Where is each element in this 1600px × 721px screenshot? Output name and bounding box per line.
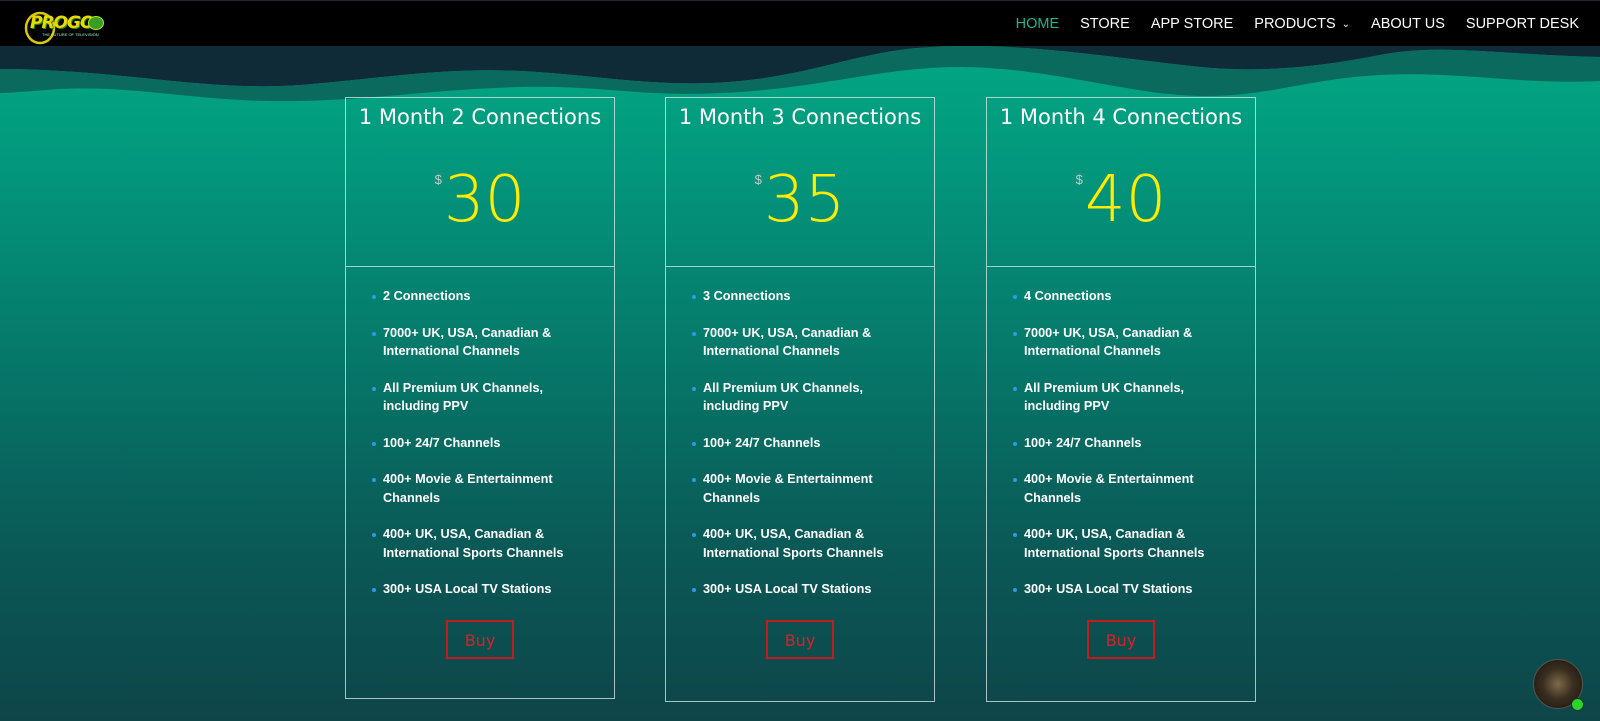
- plan-price: $30: [346, 168, 614, 232]
- plan-title: 1 Month 3 Connections: [678, 105, 922, 129]
- feature-item: 100+ 24/7 Channels: [691, 434, 909, 453]
- nav-home[interactable]: HOME: [1016, 16, 1060, 32]
- currency-symbol: $: [434, 172, 442, 187]
- feature-list: 3 Connections 7000+ UK, USA, Canadian & …: [666, 267, 934, 599]
- price-amount: 40: [1084, 163, 1167, 237]
- nav-products-label: PRODUCTS: [1254, 16, 1336, 32]
- plan-price: $40: [987, 168, 1255, 232]
- nav-support-desk[interactable]: SUPPORT DESK: [1466, 16, 1579, 32]
- logo-ball-icon: [88, 16, 104, 30]
- feature-item: 2 Connections: [371, 287, 589, 306]
- buy-button-wrap: Buy: [666, 617, 934, 659]
- online-status-icon: [1571, 698, 1584, 711]
- feature-item: 300+ USA Local TV Stations: [1012, 580, 1230, 599]
- buy-button[interactable]: Buy: [445, 619, 515, 659]
- nav-products[interactable]: PRODUCTS ⌄: [1254, 16, 1350, 32]
- plan-card-header: 1 Month 2 Connections $30: [346, 98, 614, 267]
- feature-item: 300+ USA Local TV Stations: [371, 580, 589, 599]
- progo-logo[interactable]: PROGO THE FUTURE OF TELEVISION: [24, 4, 106, 45]
- chevron-down-icon: ⌄: [1341, 19, 1351, 30]
- buy-button-wrap: Buy: [346, 617, 614, 659]
- feature-item: 400+ UK, USA, Canadian & International S…: [1012, 525, 1230, 562]
- feature-item: All Premium UK Channels, including PPV: [371, 379, 589, 416]
- plan-title: 1 Month 2 Connections: [358, 105, 602, 129]
- feature-item: All Premium UK Channels, including PPV: [1012, 379, 1230, 416]
- plan-price: $35: [666, 168, 934, 232]
- currency-symbol: $: [1075, 172, 1083, 187]
- feature-item: 7000+ UK, USA, Canadian & International …: [371, 324, 589, 361]
- logo-tagline: THE FUTURE OF TELEVISION: [42, 32, 99, 37]
- chat-widget-avatar[interactable]: [1533, 659, 1584, 711]
- plan-card-2: 1 Month 3 Connections $35 3 Connections …: [665, 97, 935, 702]
- feature-item: 400+ UK, USA, Canadian & International S…: [371, 525, 589, 562]
- feature-item: All Premium UK Channels, including PPV: [691, 379, 909, 416]
- price-amount: 30: [443, 163, 526, 237]
- currency-symbol: $: [754, 172, 762, 187]
- plan-title: 1 Month 4 Connections: [999, 105, 1243, 129]
- feature-item: 400+ Movie & Entertainment Channels: [691, 470, 909, 507]
- feature-item: 3 Connections: [691, 287, 909, 306]
- feature-item: 4 Connections: [1012, 287, 1230, 306]
- buy-button-wrap: Buy: [987, 617, 1255, 659]
- feature-item: 400+ Movie & Entertainment Channels: [371, 470, 589, 507]
- feature-item: 400+ Movie & Entertainment Channels: [1012, 470, 1230, 507]
- nav-app-store[interactable]: APP STORE: [1151, 16, 1233, 32]
- plan-card-1: 1 Month 2 Connections $30 2 Connections …: [345, 97, 615, 699]
- feature-item: 100+ 24/7 Channels: [1012, 434, 1230, 453]
- buy-button[interactable]: Buy: [1086, 619, 1156, 659]
- feature-item: 100+ 24/7 Channels: [371, 434, 589, 453]
- plan-card-header: 1 Month 3 Connections $35: [666, 98, 934, 267]
- plan-card-header: 1 Month 4 Connections $40: [987, 98, 1255, 267]
- feature-item: 400+ UK, USA, Canadian & International S…: [691, 525, 909, 562]
- feature-item: 300+ USA Local TV Stations: [691, 580, 909, 599]
- feature-item: 7000+ UK, USA, Canadian & International …: [1012, 324, 1230, 361]
- plan-card-3: 1 Month 4 Connections $40 4 Connections …: [986, 97, 1256, 702]
- nav-about-us[interactable]: ABOUT US: [1371, 16, 1445, 32]
- main-nav: HOME STORE APP STORE PRODUCTS ⌄ ABOUT US …: [995, 1, 1579, 47]
- nav-store[interactable]: STORE: [1080, 16, 1130, 32]
- logo-text: PROGO: [30, 13, 94, 33]
- price-amount: 35: [763, 163, 846, 237]
- feature-list: 2 Connections 7000+ UK, USA, Canadian & …: [346, 267, 614, 599]
- top-navigation-bar: PROGO THE FUTURE OF TELEVISION HOME STOR…: [0, 0, 1600, 46]
- feature-item: 7000+ UK, USA, Canadian & International …: [691, 324, 909, 361]
- buy-button[interactable]: Buy: [765, 619, 835, 659]
- feature-list: 4 Connections 7000+ UK, USA, Canadian & …: [987, 267, 1255, 599]
